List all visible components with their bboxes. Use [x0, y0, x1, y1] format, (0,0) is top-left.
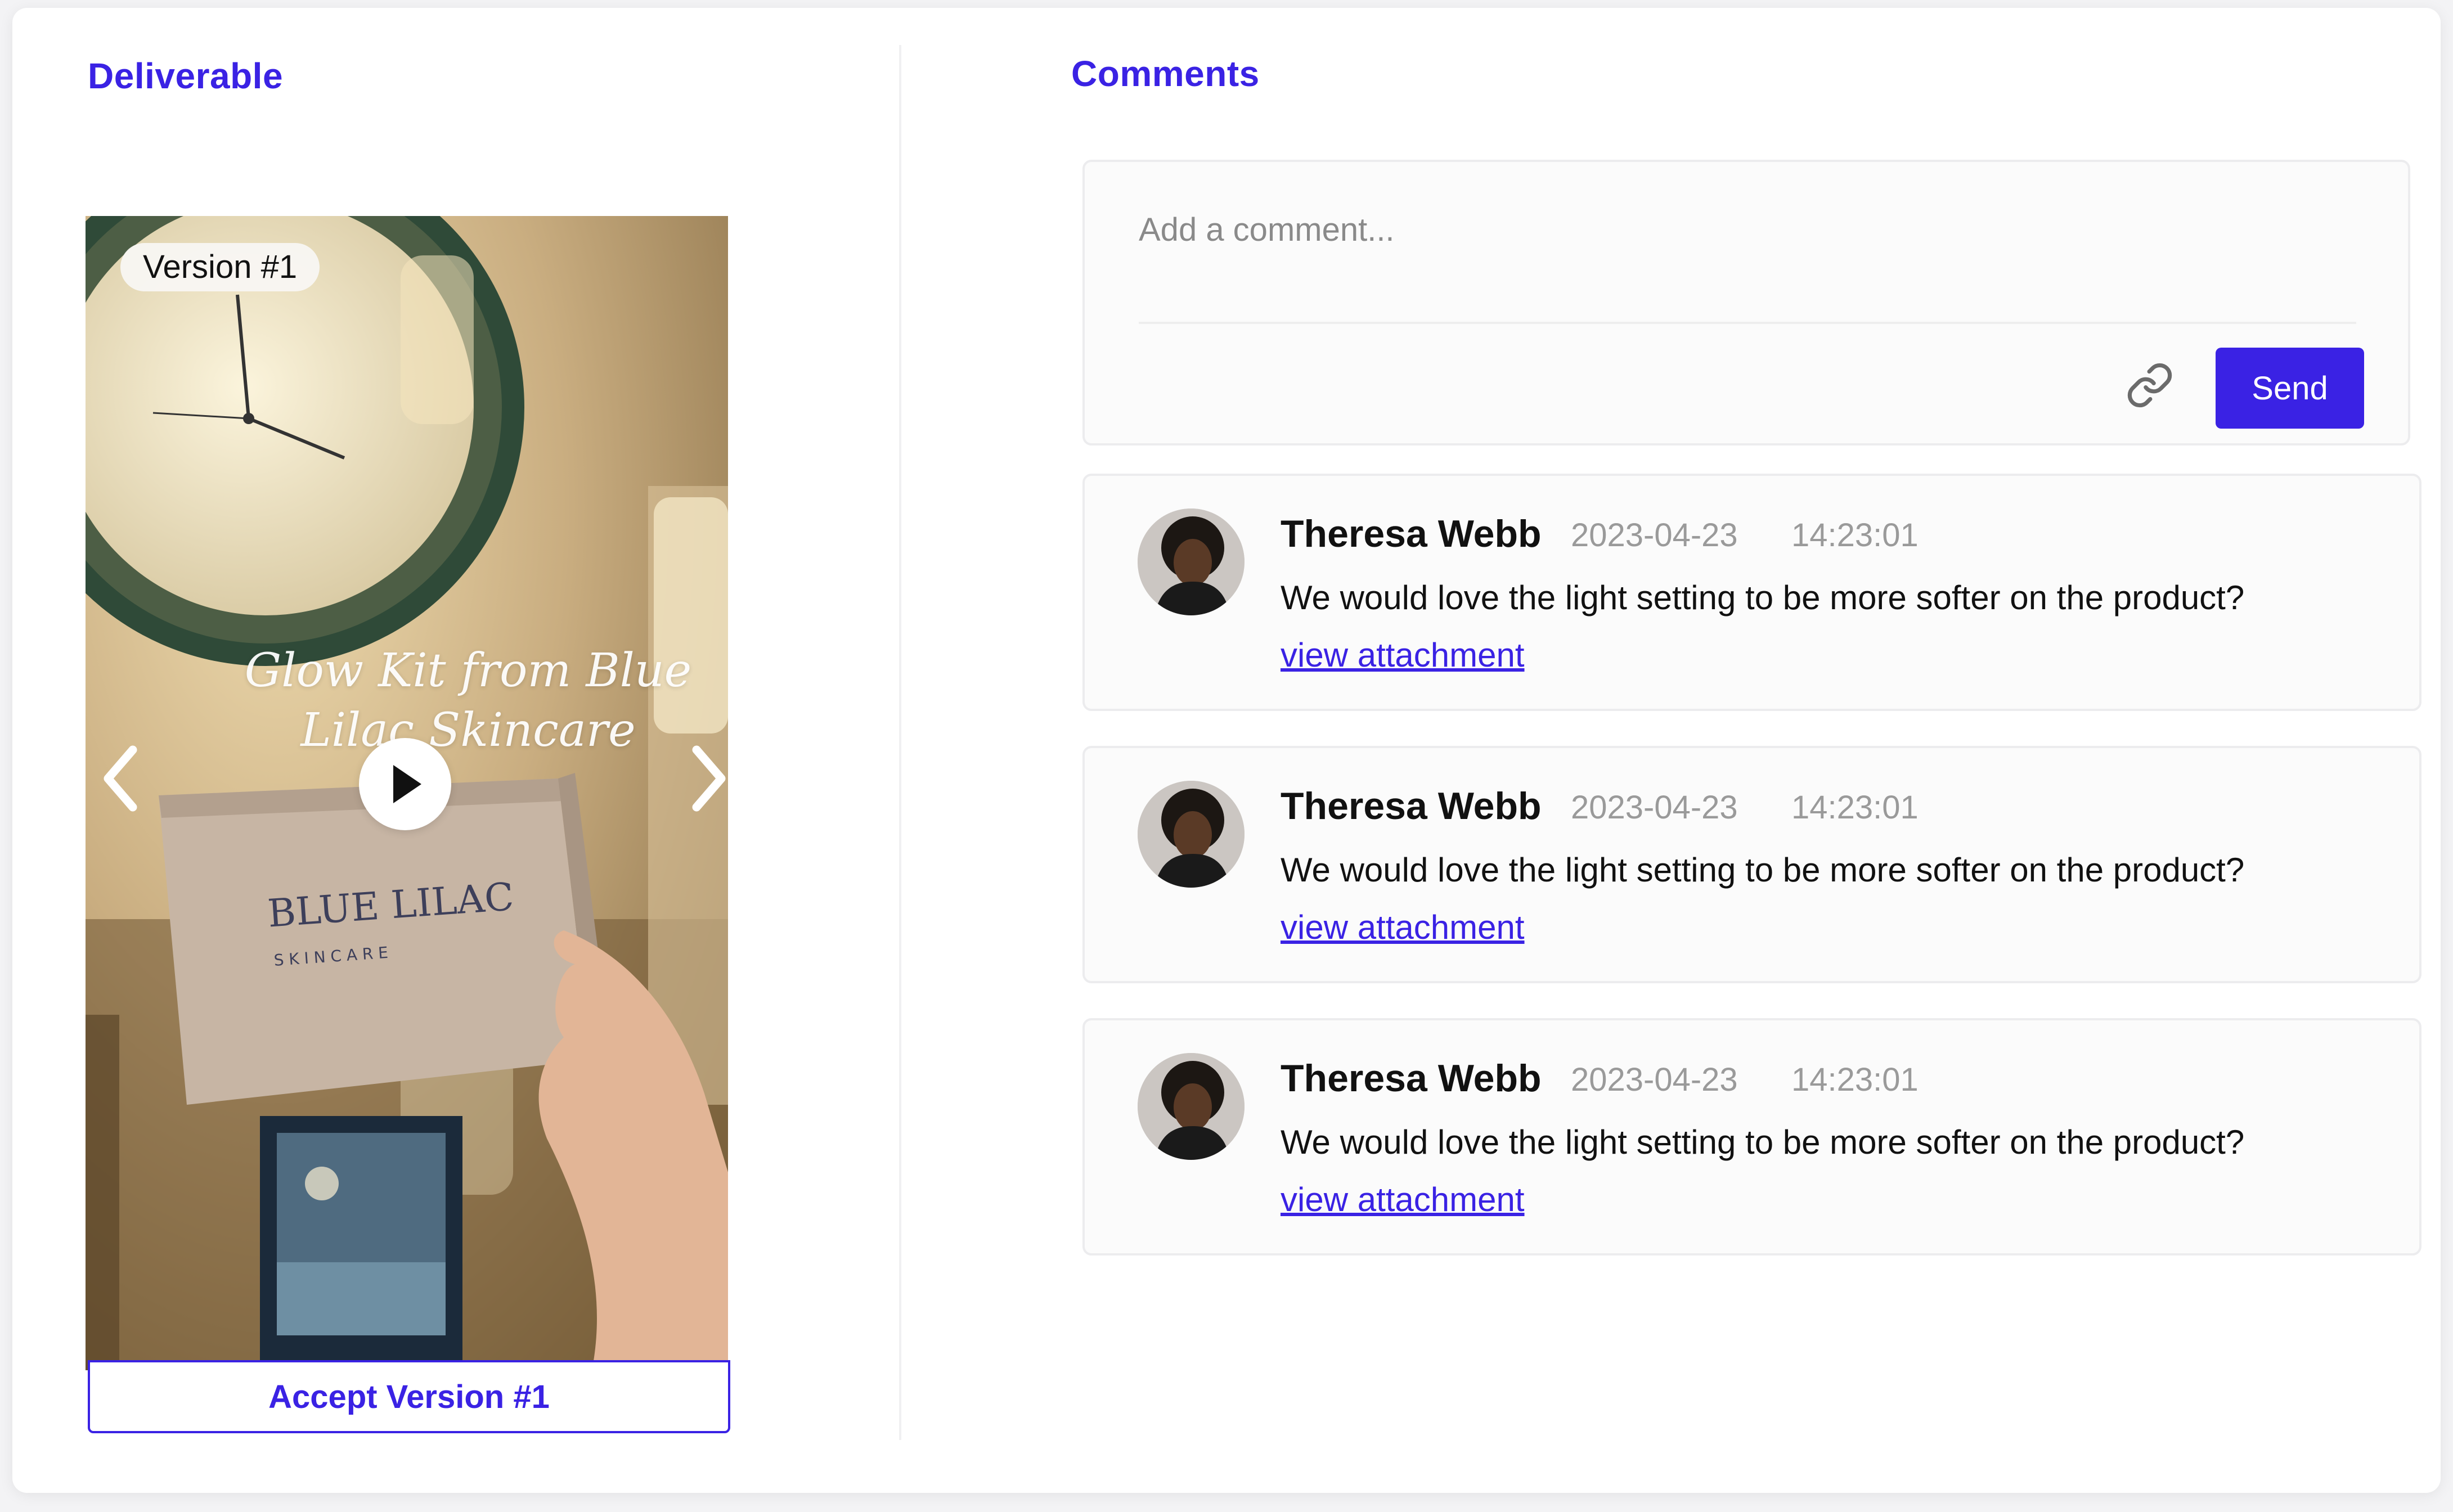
next-version-button[interactable]	[676, 739, 728, 818]
attach-link-button[interactable]	[2119, 354, 2181, 416]
deliverable-title: Deliverable	[88, 56, 284, 96]
comment-author: Theresa Webb	[1281, 1057, 1542, 1100]
play-icon	[393, 765, 421, 803]
play-button[interactable]	[359, 738, 451, 830]
comment-time: 14:23:01	[1791, 1061, 1919, 1098]
accept-version-button[interactable]: Accept Version #1	[88, 1360, 730, 1433]
comments-title: Comments	[1071, 53, 1260, 94]
comment-author: Theresa Webb	[1281, 512, 1542, 555]
chevron-left-icon	[104, 745, 137, 812]
view-attachment-link[interactable]: view attachment	[1281, 1180, 1525, 1219]
comment-date: 2023-04-23	[1571, 1061, 1738, 1098]
comment-composer: Send	[1082, 160, 2410, 446]
comment-input[interactable]	[1139, 201, 2320, 258]
deliverable-review-card: Deliverable Comments BLUE LILAC S K I N …	[12, 8, 2441, 1493]
chevron-right-icon	[692, 745, 726, 812]
send-button[interactable]: Send	[2216, 348, 2364, 429]
comment-date: 2023-04-23	[1571, 517, 1738, 554]
view-attachment-link[interactable]: view attachment	[1281, 636, 1525, 674]
comment-text: We would love the light setting to be mo…	[1281, 851, 2245, 889]
comment-author: Theresa Webb	[1281, 785, 1542, 827]
avatar	[1138, 508, 1245, 615]
video-preview[interactable]: BLUE LILAC S K I N C A R E Version #1 Gl…	[86, 216, 728, 1370]
view-attachment-link[interactable]: view attachment	[1281, 908, 1525, 947]
link-icon	[2127, 363, 2172, 408]
comment-item: Theresa Webb 2023-04-23 14:23:01 We woul…	[1082, 1018, 2421, 1256]
video-caption: Glow Kit from Blue Lilac Skincare	[244, 644, 692, 757]
comment-item: Theresa Webb 2023-04-23 14:23:01 We woul…	[1082, 474, 2421, 711]
comment-time: 14:23:01	[1791, 517, 1919, 554]
comment-time: 14:23:01	[1791, 789, 1919, 826]
comment-text: We would love the light setting to be mo…	[1281, 579, 2245, 616]
comment-date: 2023-04-23	[1571, 789, 1738, 826]
comment-text: We would love the light setting to be mo…	[1281, 1123, 2245, 1161]
avatar	[1138, 1053, 1245, 1160]
previous-version-button[interactable]	[91, 739, 153, 818]
avatar	[1138, 781, 1245, 888]
column-divider	[899, 45, 901, 1440]
composer-divider	[1139, 322, 2356, 324]
comment-item: Theresa Webb 2023-04-23 14:23:01 We woul…	[1082, 746, 2421, 983]
version-badge: Version #1	[120, 243, 320, 291]
